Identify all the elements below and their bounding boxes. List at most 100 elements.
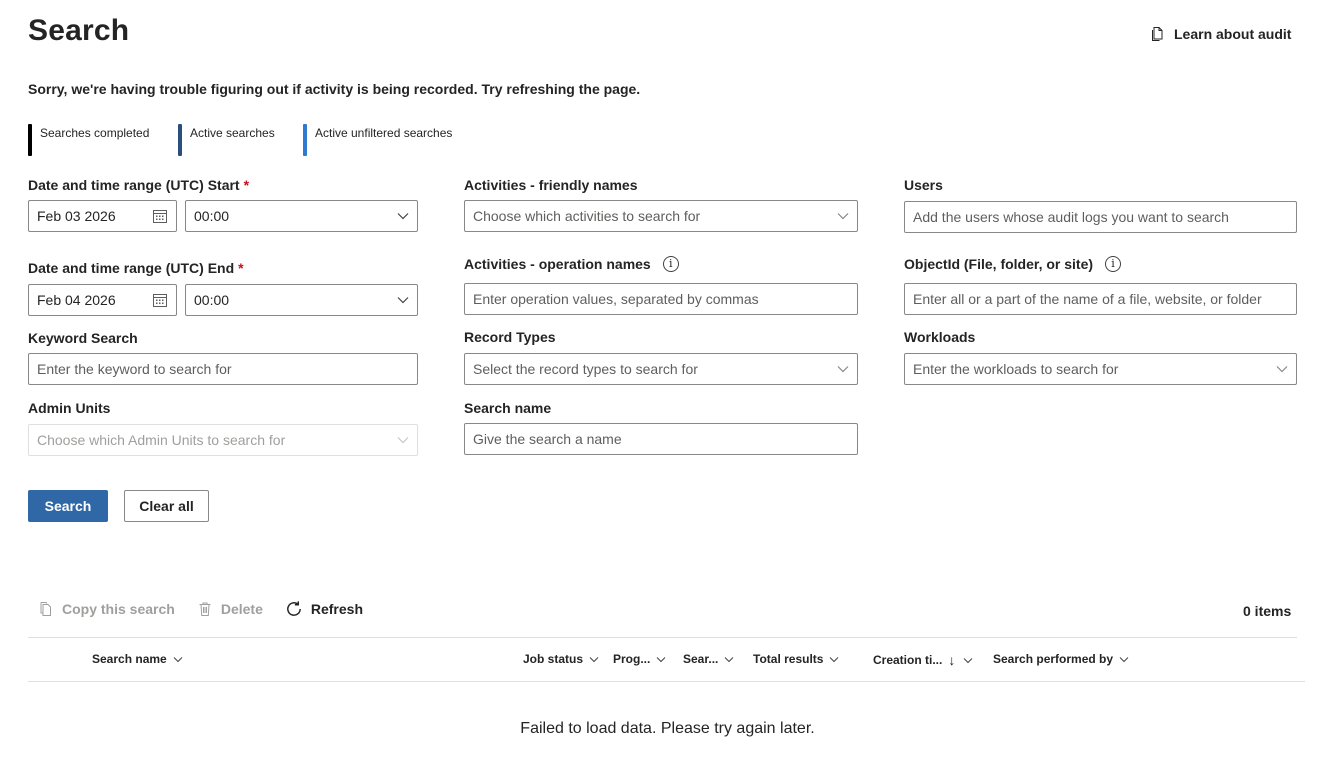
column-header-total-results[interactable]: Total results	[753, 652, 839, 666]
legend-bar	[303, 124, 307, 156]
legend-bar	[28, 124, 32, 156]
search-button[interactable]: Search	[28, 490, 108, 522]
end-date-value: Feb 04 2026	[37, 292, 116, 308]
admin-units-dropdown[interactable]: Choose which Admin Units to search for	[28, 424, 418, 456]
required-mark: *	[238, 260, 244, 276]
delete-button[interactable]: Delete	[197, 601, 263, 617]
start-time-dropdown[interactable]: 00:00	[185, 200, 418, 232]
chevron-down-icon	[963, 657, 973, 663]
column-label: Total results	[753, 652, 824, 666]
end-range-label: Date and time range (UTC) End *	[28, 260, 244, 276]
chevron-down-icon	[837, 213, 849, 220]
end-time-dropdown[interactable]: 00:00	[185, 284, 418, 316]
chevron-down-icon	[830, 656, 839, 662]
calendar-icon[interactable]	[152, 292, 168, 308]
clear-all-button[interactable]: Clear all	[124, 490, 209, 522]
objectid-field[interactable]	[904, 283, 1297, 315]
column-header-creation-time[interactable]: Creation ti... ↓	[873, 652, 973, 668]
legend-label: Active unfiltered searches	[315, 126, 453, 140]
info-icon[interactable]: i	[662, 256, 679, 272]
refresh-icon	[286, 601, 301, 616]
column-header-progress[interactable]: Prog...	[613, 652, 666, 666]
end-range-label-text: Date and time range (UTC) End	[28, 260, 235, 276]
start-time-value: 00:00	[194, 208, 230, 224]
objectid-label-text: ObjectId (File, folder, or site)	[904, 256, 1094, 272]
chevron-down-icon	[397, 297, 409, 304]
search-name-field[interactable]	[464, 423, 858, 455]
objectid-input[interactable]	[913, 291, 1288, 307]
column-label: Search performed by	[993, 652, 1114, 666]
column-label: Prog...	[613, 652, 651, 666]
legend-active-searches: Active searches	[178, 124, 275, 156]
column-label: Job status	[523, 652, 584, 666]
legend-active-unfiltered-searches: Active unfiltered searches	[303, 124, 452, 156]
legend-label: Active searches	[190, 126, 275, 140]
column-header-search-performed-by[interactable]: Search performed by	[993, 652, 1129, 666]
copy-search-label: Copy this search	[62, 601, 175, 617]
activities-operation-label: Activities - operation names i	[464, 256, 679, 272]
item-count: 0 items	[1243, 603, 1292, 619]
objectid-label: ObjectId (File, folder, or site) i	[904, 256, 1122, 272]
column-header-job-status[interactable]: Job status	[523, 652, 599, 666]
workloads-label: Workloads	[904, 329, 976, 345]
users-field[interactable]	[904, 201, 1297, 233]
chevron-down-icon	[173, 656, 183, 662]
start-range-label: Date and time range (UTC) Start *	[28, 177, 249, 193]
keyword-search-input[interactable]	[37, 361, 409, 377]
record-types-dropdown[interactable]: Select the record types to search for	[464, 353, 858, 385]
legend-searches-completed: Searches completed	[28, 124, 149, 156]
chevron-down-icon	[725, 656, 734, 662]
divider	[28, 637, 1297, 638]
refresh-button[interactable]: Refresh	[285, 600, 363, 618]
keyword-search-field[interactable]	[28, 353, 418, 385]
chevron-down-icon	[837, 366, 849, 373]
info-icon[interactable]: i	[1105, 256, 1122, 272]
end-date-picker[interactable]: Feb 04 2026	[28, 284, 177, 316]
sort-descending-icon: ↓	[948, 652, 956, 668]
chevron-down-icon	[589, 656, 599, 662]
admin-units-placeholder: Choose which Admin Units to search for	[37, 432, 286, 448]
learn-about-audit-label: Learn about audit	[1174, 26, 1292, 42]
start-date-value: Feb 03 2026	[37, 208, 116, 224]
activities-operation-label-text: Activities - operation names	[464, 256, 651, 272]
search-name-label: Search name	[464, 400, 552, 416]
recording-status-warning: Sorry, we're having trouble figuring out…	[28, 81, 641, 97]
legend-label: Searches completed	[40, 126, 150, 140]
empty-state-message: Failed to load data. Please try again la…	[520, 720, 815, 737]
column-label: Search name	[92, 652, 167, 666]
document-icon	[1152, 27, 1163, 41]
copy-search-button[interactable]: Copy this search	[38, 601, 175, 617]
activities-friendly-label: Activities - friendly names	[464, 177, 638, 193]
page-title: Search	[28, 14, 130, 47]
activities-friendly-dropdown[interactable]: Choose which activities to search for	[464, 200, 858, 232]
workloads-placeholder: Enter the workloads to search for	[913, 361, 1119, 377]
column-label: Creation ti...	[873, 653, 943, 667]
activities-operation-input[interactable]	[473, 291, 849, 307]
chevron-down-icon	[397, 213, 409, 220]
workloads-dropdown[interactable]: Enter the workloads to search for	[904, 353, 1297, 385]
admin-units-label: Admin Units	[28, 400, 111, 416]
activities-operation-field[interactable]	[464, 283, 858, 315]
start-date-picker[interactable]: Feb 03 2026	[28, 200, 177, 232]
command-bar: Copy this search Delete Refresh	[38, 600, 385, 618]
chevron-down-icon	[1119, 656, 1129, 662]
keyword-search-label: Keyword Search	[28, 330, 138, 346]
column-header-search-name[interactable]: Search name	[92, 652, 183, 666]
chevron-down-icon	[1276, 366, 1288, 373]
chevron-down-icon	[397, 437, 409, 444]
calendar-icon[interactable]	[152, 208, 168, 224]
column-header-search-time[interactable]: Sear...	[683, 652, 734, 666]
refresh-label: Refresh	[310, 601, 363, 617]
record-types-label: Record Types	[464, 329, 556, 345]
trash-icon	[199, 602, 211, 616]
end-time-value: 00:00	[194, 292, 230, 308]
legend-bar	[178, 124, 182, 156]
start-range-label-text: Date and time range (UTC) Start	[28, 177, 240, 193]
learn-about-audit-link[interactable]: Learn about audit	[1150, 26, 1291, 42]
required-mark: *	[243, 177, 250, 193]
record-types-placeholder: Select the record types to search for	[473, 361, 698, 377]
activities-friendly-placeholder: Choose which activities to search for	[473, 208, 701, 224]
search-name-input[interactable]	[473, 431, 849, 447]
divider	[28, 681, 1305, 682]
users-input[interactable]	[913, 209, 1288, 225]
